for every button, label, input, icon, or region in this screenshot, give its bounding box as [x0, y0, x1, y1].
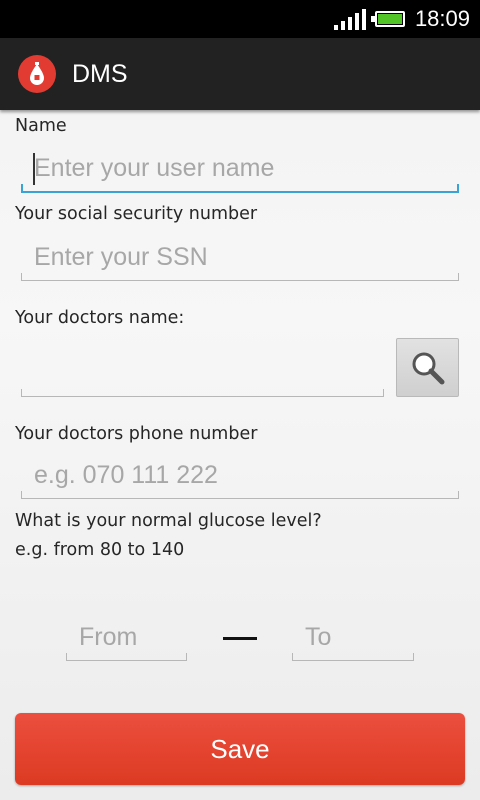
search-icon [412, 352, 444, 384]
ssn-placeholder: Enter your SSN [34, 243, 208, 271]
doctor-name-label: Your doctors name: [15, 308, 185, 328]
ssn-input[interactable]: Enter your SSN [21, 237, 459, 281]
ssn-label: Your social security number [15, 204, 258, 224]
glucose-from-input[interactable]: From [66, 617, 187, 661]
battery-icon [370, 11, 405, 27]
name-label: Name [15, 116, 67, 136]
glucose-question: What is your normal glucose level? [15, 511, 322, 531]
save-button[interactable]: Save [15, 713, 465, 785]
doctor-phone-input[interactable]: e.g. 070 111 222 [21, 455, 459, 499]
doctor-phone-placeholder: e.g. 070 111 222 [34, 461, 218, 489]
glucose-hint: e.g. from 80 to 140 [15, 540, 185, 560]
range-dash [223, 637, 257, 640]
status-clock: 18:09 [414, 6, 470, 31]
glucose-to-input[interactable]: To [292, 617, 414, 661]
status-bar: 18:09 [0, 0, 480, 38]
signal-icon [333, 8, 366, 30]
app-title: DMS [72, 59, 128, 88]
to-placeholder: To [305, 623, 332, 651]
blood-drop-icon [18, 55, 56, 93]
name-placeholder: Enter your user name [34, 154, 275, 182]
search-doctor-button[interactable] [396, 338, 459, 397]
doctor-name-input[interactable] [21, 353, 384, 397]
action-bar: DMS [0, 38, 480, 110]
name-input[interactable]: Enter your user name [21, 149, 459, 193]
doctor-phone-label: Your doctors phone number [15, 424, 258, 444]
from-placeholder: From [79, 623, 138, 651]
